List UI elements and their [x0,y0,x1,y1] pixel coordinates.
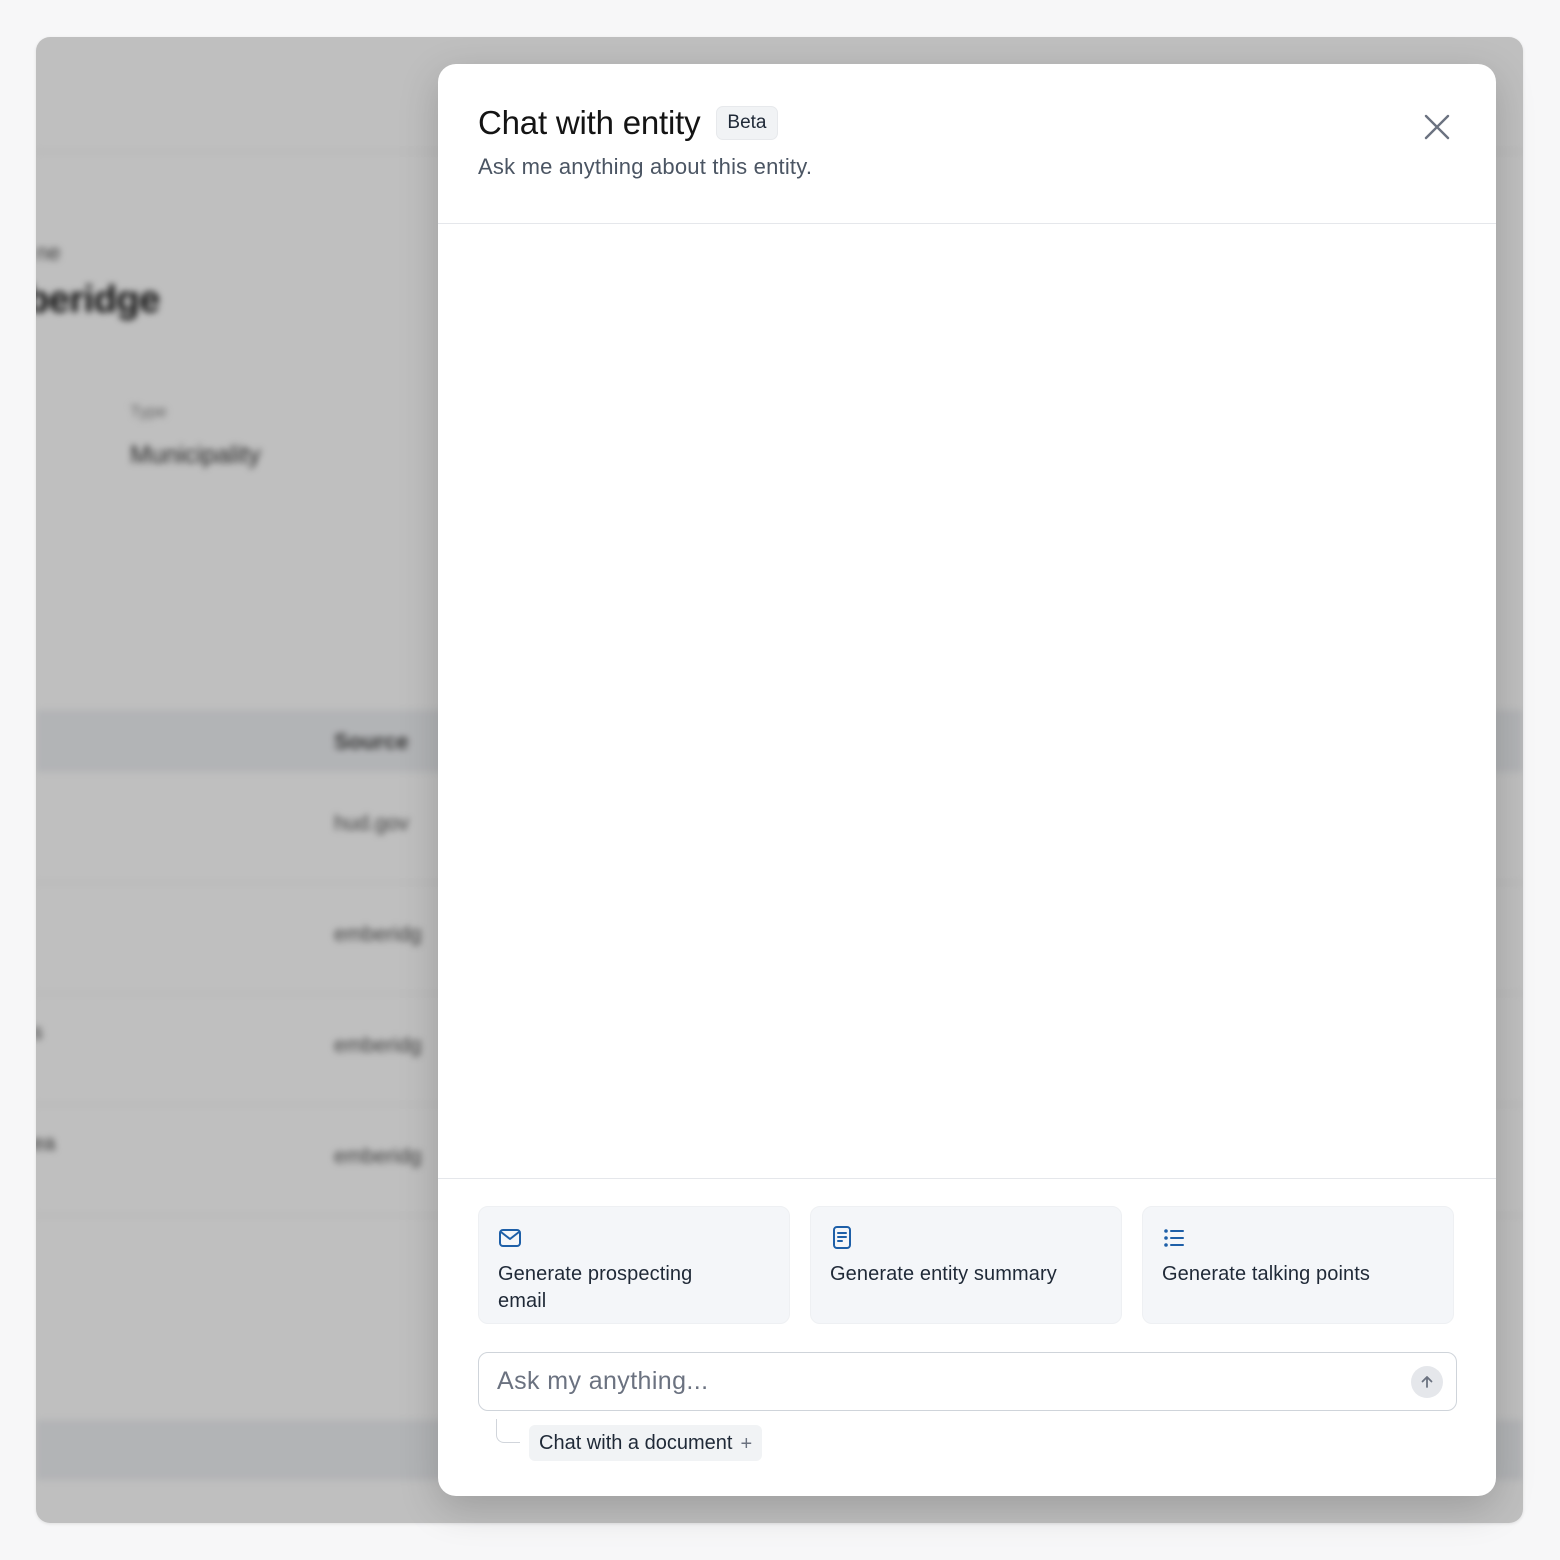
list-icon [1164,1229,1184,1247]
quick-actions: Generate prospecting email Generate enti… [478,1206,1454,1324]
modal-subtitle: Ask me anything about this entity. [478,154,813,179]
generate-entity-summary-button[interactable]: Generate entity summary [810,1206,1122,1324]
chat-input[interactable] [479,1353,1456,1410]
action-label: Generate prospecting email [498,1263,693,1312]
chat-with-document-button[interactable]: Chat with a document + [529,1425,763,1461]
mail-icon [499,1229,521,1247]
modal-header: Chat with entity Beta Ask me anything ab… [438,64,1496,224]
chat-input-wrapper [478,1352,1457,1411]
action-label: Generate talking points [1162,1263,1370,1285]
generate-prospecting-email-button[interactable]: Generate prospecting email [478,1206,790,1324]
document-icon [833,1226,851,1249]
arrow-up-icon [1421,1376,1433,1388]
chat-messages-area [438,225,1496,1178]
send-button[interactable] [1411,1366,1443,1398]
close-icon [1424,114,1450,140]
plus-icon: + [740,1433,753,1455]
close-button[interactable] [1418,108,1456,146]
modal-title: Chat with entity [478,104,701,141]
action-label: Generate entity summary [830,1263,1057,1285]
title-row: Chat with entity Beta [478,104,778,142]
beta-badge: Beta [716,106,778,140]
connector-line [496,1419,520,1443]
chat-composer-panel: Generate prospecting email Generate enti… [438,1178,1496,1496]
generate-talking-points-button[interactable]: Generate talking points [1142,1206,1454,1324]
doc-chip-label: Chat with a document [539,1431,733,1454]
chat-modal: Chat with entity Beta Ask me anything ab… [438,64,1496,1496]
